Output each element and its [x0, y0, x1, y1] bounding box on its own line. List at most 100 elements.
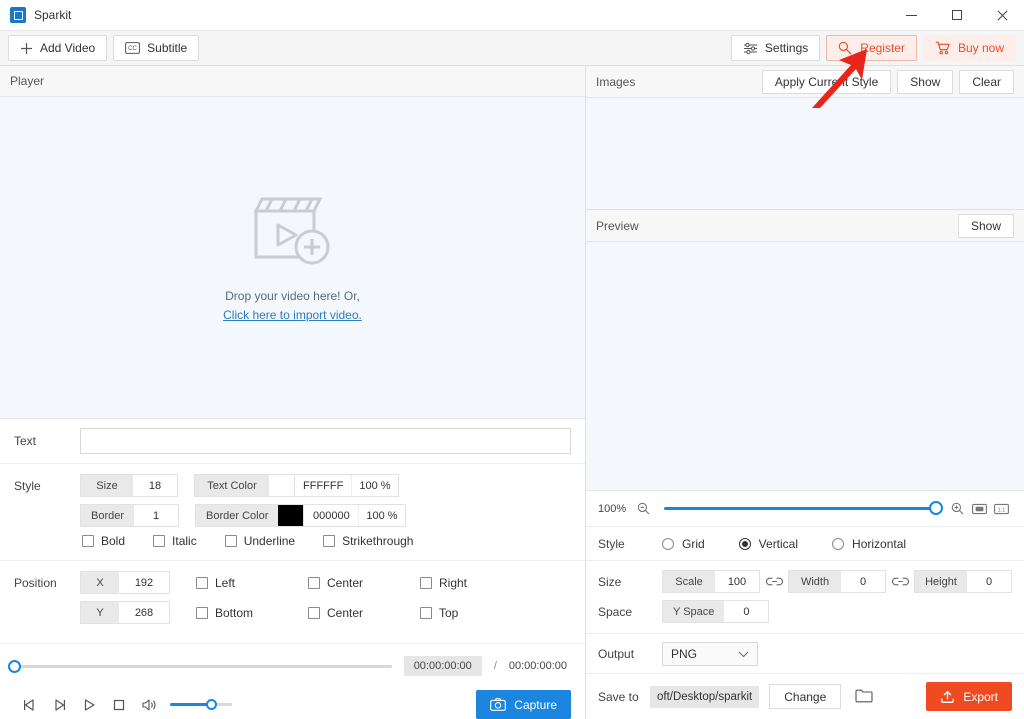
volume-thumb[interactable]	[206, 699, 217, 710]
border-width-control[interactable]: Border 1	[80, 504, 179, 527]
width-control[interactable]: Width 0	[788, 570, 886, 593]
preview-show-button[interactable]: Show	[958, 214, 1014, 238]
font-size-value[interactable]: 18	[133, 475, 177, 496]
main-content: Player Drop your vide	[0, 66, 1024, 719]
close-icon[interactable]	[979, 0, 1024, 31]
layout-grid-radio[interactable]: Grid	[662, 537, 705, 551]
text-color-swatch[interactable]	[269, 475, 295, 496]
preview-canvas-area[interactable]	[586, 242, 1024, 491]
text-color-control[interactable]: Text Color FFFFFF 100 %	[194, 474, 399, 497]
y-space-control[interactable]: Y Space 0	[662, 600, 769, 623]
folder-icon[interactable]	[855, 688, 873, 706]
sliders-icon	[743, 42, 758, 55]
import-video-link[interactable]: Click here to import video.	[223, 308, 362, 322]
border-width-value[interactable]: 1	[134, 505, 178, 526]
actual-size-icon[interactable]: 1:1	[990, 503, 1012, 515]
align-hcenter-label: Center	[327, 576, 363, 590]
key-search-icon	[838, 41, 853, 55]
timeline-scrubber[interactable]	[14, 665, 392, 668]
export-button[interactable]: Export	[926, 682, 1012, 711]
align-vcenter-checkbox[interactable]: Center	[308, 606, 394, 620]
layout-vertical-radio[interactable]: Vertical	[739, 537, 798, 551]
layout-grid-label: Grid	[682, 537, 705, 551]
scale-control[interactable]: Scale 100	[662, 570, 760, 593]
export-label: Export	[963, 690, 998, 704]
align-top-checkbox[interactable]: Top	[420, 606, 506, 620]
zoom-thumb[interactable]	[929, 501, 943, 515]
style-toggles: Bold Italic Underline Strikethrough	[80, 534, 571, 548]
checkbox-icon	[420, 607, 432, 619]
capture-button[interactable]: Capture	[476, 690, 571, 719]
y-space-label: Y Space	[663, 601, 724, 622]
main-toolbar: Add Video CC Subtitle Settings	[0, 31, 1024, 66]
change-path-button[interactable]: Change	[769, 684, 841, 709]
buy-now-button[interactable]: Buy now	[923, 35, 1016, 61]
height-control[interactable]: Height 0	[914, 570, 1012, 593]
y-space-value[interactable]: 0	[724, 601, 768, 622]
register-button[interactable]: Register	[826, 35, 917, 61]
subtitle-button[interactable]: CC Subtitle	[113, 35, 199, 61]
images-clear-button[interactable]: Clear	[959, 70, 1014, 94]
timeline-thumb[interactable]	[8, 660, 21, 673]
space-row: Space Y Space 0	[598, 600, 1012, 623]
fit-to-screen-icon[interactable]	[968, 503, 990, 515]
video-drop-zone[interactable]: Drop your video here! Or, Click here to …	[0, 97, 585, 419]
link-chain-icon[interactable]	[886, 576, 914, 587]
link-chain-icon[interactable]	[760, 576, 788, 587]
preview-pane-header: Preview Show	[586, 210, 1024, 242]
zoom-in-icon[interactable]	[946, 502, 968, 515]
maximize-icon[interactable]	[934, 0, 979, 31]
settings-label: Settings	[765, 41, 808, 55]
play-icon[interactable]	[74, 692, 104, 718]
align-hcenter-checkbox[interactable]: Center	[308, 576, 394, 590]
previous-frame-icon[interactable]	[14, 692, 44, 718]
export-upload-icon	[940, 690, 955, 704]
text-color-opacity[interactable]: 100 %	[351, 475, 397, 496]
underline-label: Underline	[244, 534, 295, 548]
zoom-slider[interactable]	[664, 507, 936, 510]
position-y-control[interactable]: Y 268	[80, 601, 170, 624]
italic-checkbox[interactable]: Italic	[153, 534, 197, 548]
add-video-button[interactable]: Add Video	[8, 35, 107, 61]
height-value[interactable]: 0	[967, 571, 1011, 592]
align-right-checkbox[interactable]: Right	[420, 576, 506, 590]
text-color-hex[interactable]: FFFFFF	[295, 475, 351, 496]
save-path-field[interactable]: oft/Desktop/sparkit	[650, 686, 759, 708]
align-vcenter-label: Center	[327, 606, 363, 620]
position-x-control[interactable]: X 192	[80, 571, 170, 594]
scale-value[interactable]: 100	[715, 571, 759, 592]
title-bar: Sparkit	[0, 0, 1024, 31]
apply-current-style-button[interactable]: Apply Current Style	[762, 70, 891, 94]
minimize-icon[interactable]	[889, 0, 934, 31]
align-bottom-checkbox[interactable]: Bottom	[196, 606, 282, 620]
images-show-button[interactable]: Show	[897, 70, 953, 94]
stop-icon[interactable]	[104, 692, 134, 718]
total-time: 00:00:00:00	[509, 660, 571, 672]
style-size-row: Size 18 Text Color FFFFFF 100 %	[80, 474, 571, 497]
radio-icon	[662, 538, 674, 550]
text-color-label: Text Color	[195, 475, 269, 496]
output-format-select[interactable]: PNG	[662, 642, 758, 666]
volume-icon[interactable]	[134, 692, 164, 718]
width-value[interactable]: 0	[841, 571, 885, 592]
bold-checkbox[interactable]: Bold	[82, 534, 125, 548]
images-list-area[interactable]	[586, 98, 1024, 210]
strikethrough-checkbox[interactable]: Strikethrough	[323, 534, 413, 548]
border-color-swatch[interactable]	[278, 505, 304, 526]
volume-slider[interactable]	[170, 703, 232, 706]
subtitle-text-input[interactable]	[80, 428, 571, 454]
next-frame-icon[interactable]	[44, 692, 74, 718]
checkbox-icon	[196, 577, 208, 589]
font-size-control[interactable]: Size 18	[80, 474, 178, 497]
position-y-value[interactable]: 268	[119, 602, 169, 623]
zoom-out-icon[interactable]	[632, 502, 654, 515]
output-label: Output	[598, 647, 662, 661]
underline-checkbox[interactable]: Underline	[225, 534, 295, 548]
align-left-checkbox[interactable]: Left	[196, 576, 282, 590]
settings-button[interactable]: Settings	[731, 35, 820, 61]
border-color-hex[interactable]: 000000	[304, 505, 358, 526]
border-color-control[interactable]: Border Color 000000 100 %	[195, 504, 406, 527]
layout-horizontal-radio[interactable]: Horizontal	[832, 537, 906, 551]
border-color-opacity[interactable]: 100 %	[358, 505, 404, 526]
position-x-value[interactable]: 192	[119, 572, 169, 593]
